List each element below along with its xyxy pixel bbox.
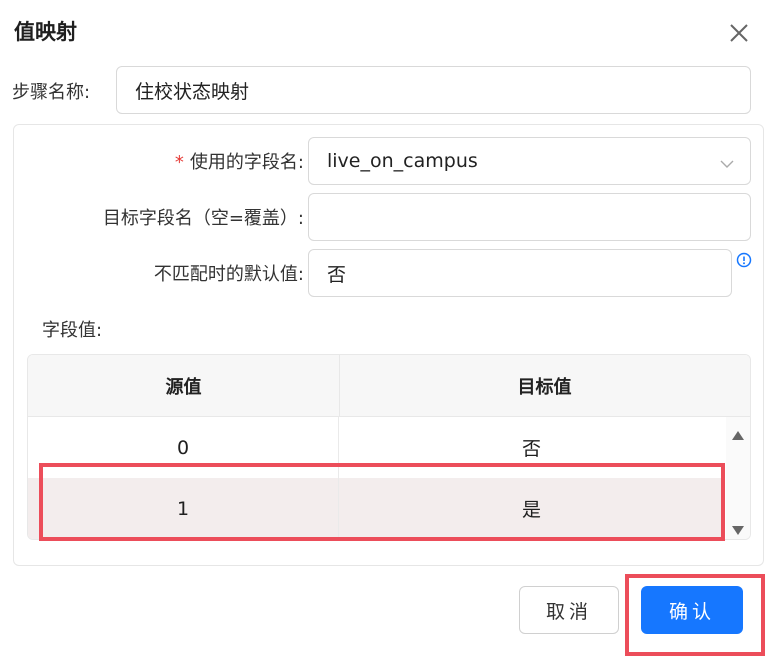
column-header-target: 目标值	[517, 376, 572, 398]
column-header-source: 源值	[28, 355, 340, 416]
field-values-label: 字段值:	[42, 320, 103, 341]
table-header: 源值 目标值	[28, 355, 750, 417]
table-scrollbar[interactable]	[726, 417, 750, 539]
source-field-value: live_on_campus	[327, 150, 478, 172]
target-field-input[interactable]	[308, 193, 751, 241]
cancel-button[interactable]: 取消	[519, 586, 619, 634]
info-icon[interactable]	[736, 252, 752, 268]
default-value-input[interactable]: 否	[308, 249, 732, 297]
scroll-down-icon[interactable]	[732, 521, 744, 539]
highlight-box-row	[39, 463, 725, 541]
step-name-value: 住校状态映射	[135, 80, 250, 103]
source-field-select[interactable]: live_on_campus	[308, 137, 751, 185]
default-value: 否	[327, 263, 347, 286]
step-name-label: 步骤名称:	[12, 82, 91, 103]
highlight-box-confirm	[625, 574, 765, 656]
chevron-down-icon	[720, 154, 734, 176]
scroll-up-icon[interactable]	[732, 425, 744, 444]
required-mark: *	[174, 152, 184, 173]
source-field-label: * 使用的字段名:	[174, 152, 304, 173]
step-name-input[interactable]: 住校状态映射	[116, 66, 751, 114]
default-value-label: 不匹配时的默认值:	[153, 264, 304, 285]
close-icon[interactable]	[724, 18, 754, 48]
value-mapping-dialog: 值映射 步骤名称: 住校状态映射 * 使用的字段名: live_on_campus…	[0, 0, 781, 656]
dialog-title: 值映射	[14, 20, 77, 44]
target-field-label: 目标字段名（空=覆盖）:	[102, 208, 304, 229]
